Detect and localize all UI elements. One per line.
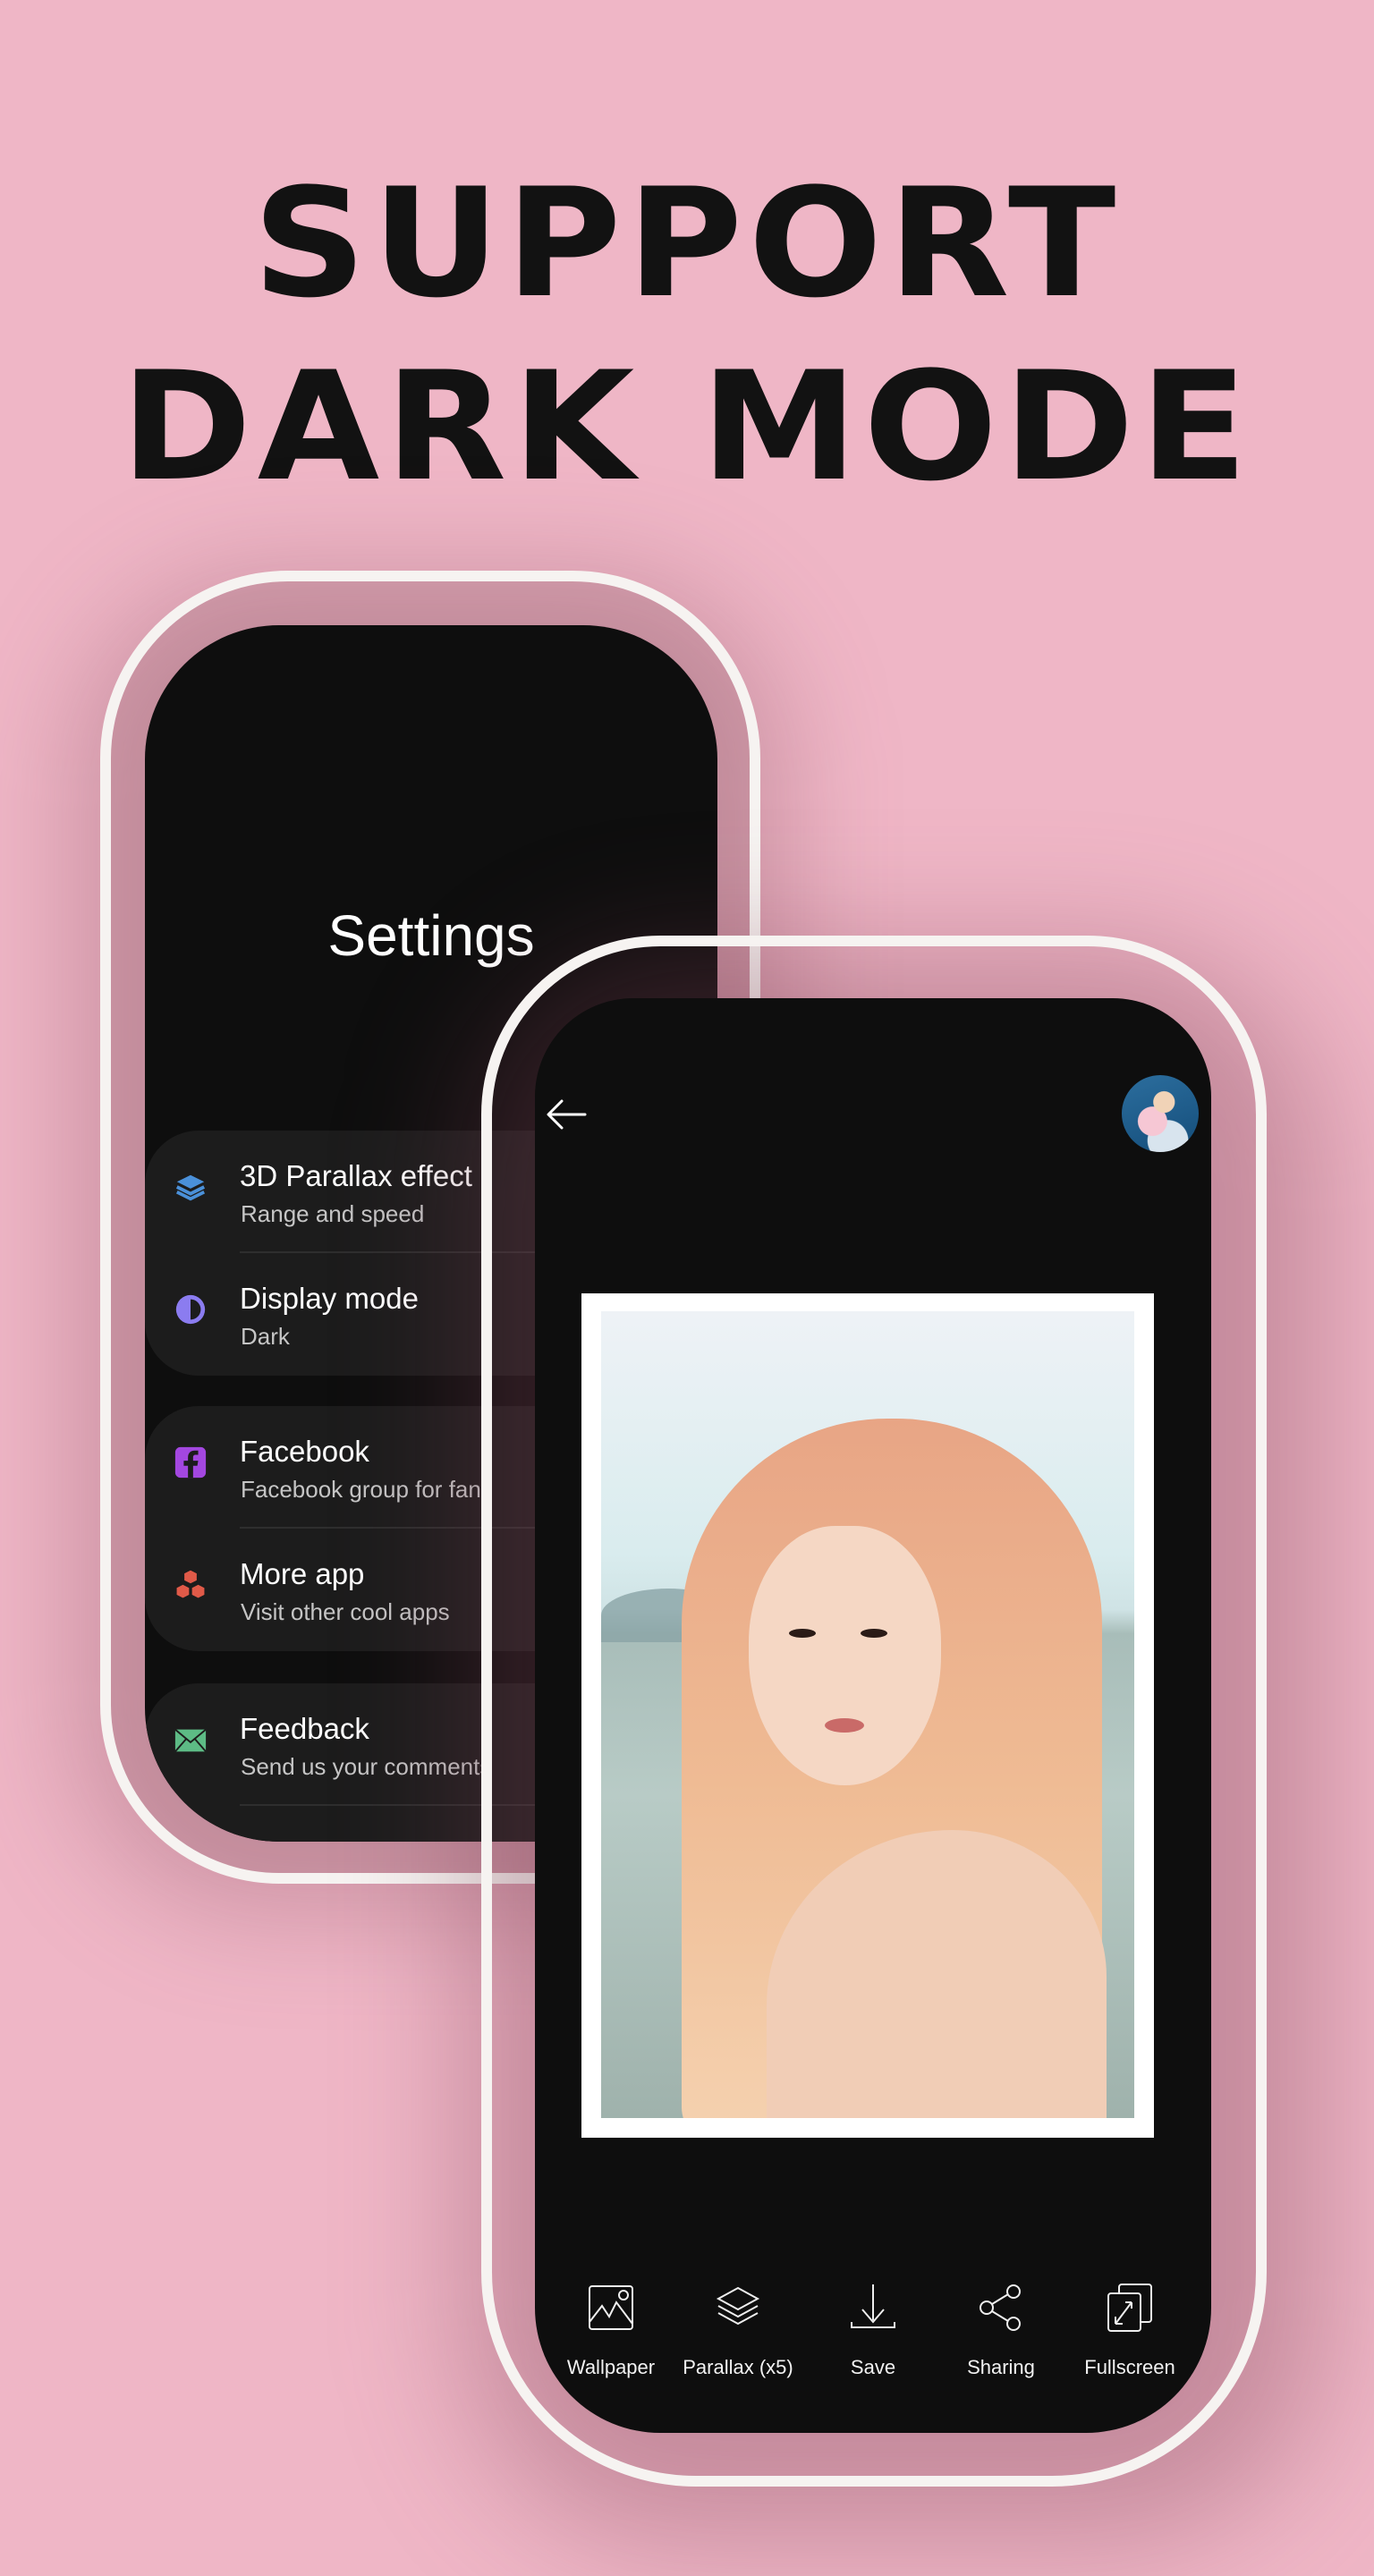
- back-arrow-icon[interactable]: [544, 1097, 589, 1132]
- setting-subtitle: Send us your comments: [241, 1753, 492, 1780]
- setting-title: More app: [240, 1557, 365, 1590]
- headline-line-2: DARK MODE: [120, 339, 1254, 514]
- setting-subtitle: Visit other cool apps: [241, 1598, 450, 1625]
- tool-label: Parallax (x5): [683, 2356, 793, 2378]
- tool-label: Sharing: [967, 2356, 1035, 2378]
- sharing-button[interactable]: Sharing: [934, 2281, 1068, 2379]
- setting-subtitle: Range and speed: [241, 1200, 425, 1227]
- wallpaper-button[interactable]: Wallpaper: [544, 2281, 678, 2379]
- setting-subtitle: Dark: [241, 1323, 290, 1350]
- fullscreen-icon: [1107, 2284, 1152, 2332]
- headline-line-1: SUPPORT: [252, 156, 1122, 331]
- image-icon: [589, 2285, 633, 2330]
- setting-subtitle: Facebook group for fans: [241, 1476, 493, 1503]
- avatar[interactable]: [1120, 1073, 1200, 1154]
- cubes-icon: [175, 1569, 206, 1599]
- viewer-toolbar: Wallpaper Parallax (x5) Save Sharing Ful…: [535, 2245, 1211, 2433]
- tool-label: Save: [850, 2356, 896, 2378]
- setting-title: Display mode: [240, 1282, 419, 1315]
- setting-title: Feedback: [240, 1712, 369, 1745]
- wallpaper-image: [601, 1311, 1134, 2118]
- viewer-screen: Wallpaper Parallax (x5) Save Sharing Ful…: [535, 998, 1211, 2433]
- headline: SUPPORT DARK MODE: [0, 152, 1374, 519]
- wallpaper-preview[interactable]: [581, 1293, 1154, 2138]
- parallax-button[interactable]: Parallax (x5): [671, 2281, 805, 2379]
- tool-label: Wallpaper: [566, 2356, 656, 2378]
- facebook-icon: [174, 1446, 207, 1479]
- contrast-icon: [175, 1294, 206, 1325]
- save-button[interactable]: Save: [806, 2281, 940, 2379]
- mail-icon: [174, 1728, 207, 1752]
- download-icon: [851, 2284, 895, 2328]
- layers-icon: [175, 1174, 206, 1201]
- share-icon: [980, 2284, 1021, 2331]
- tool-label: Fullscreen: [1084, 2356, 1175, 2378]
- setting-title: Facebook: [240, 1435, 369, 1468]
- setting-title: 3D Parallax effect: [240, 1159, 472, 1192]
- fullscreen-button[interactable]: Fullscreen: [1063, 2281, 1197, 2379]
- layers-outline-icon: [716, 2286, 760, 2326]
